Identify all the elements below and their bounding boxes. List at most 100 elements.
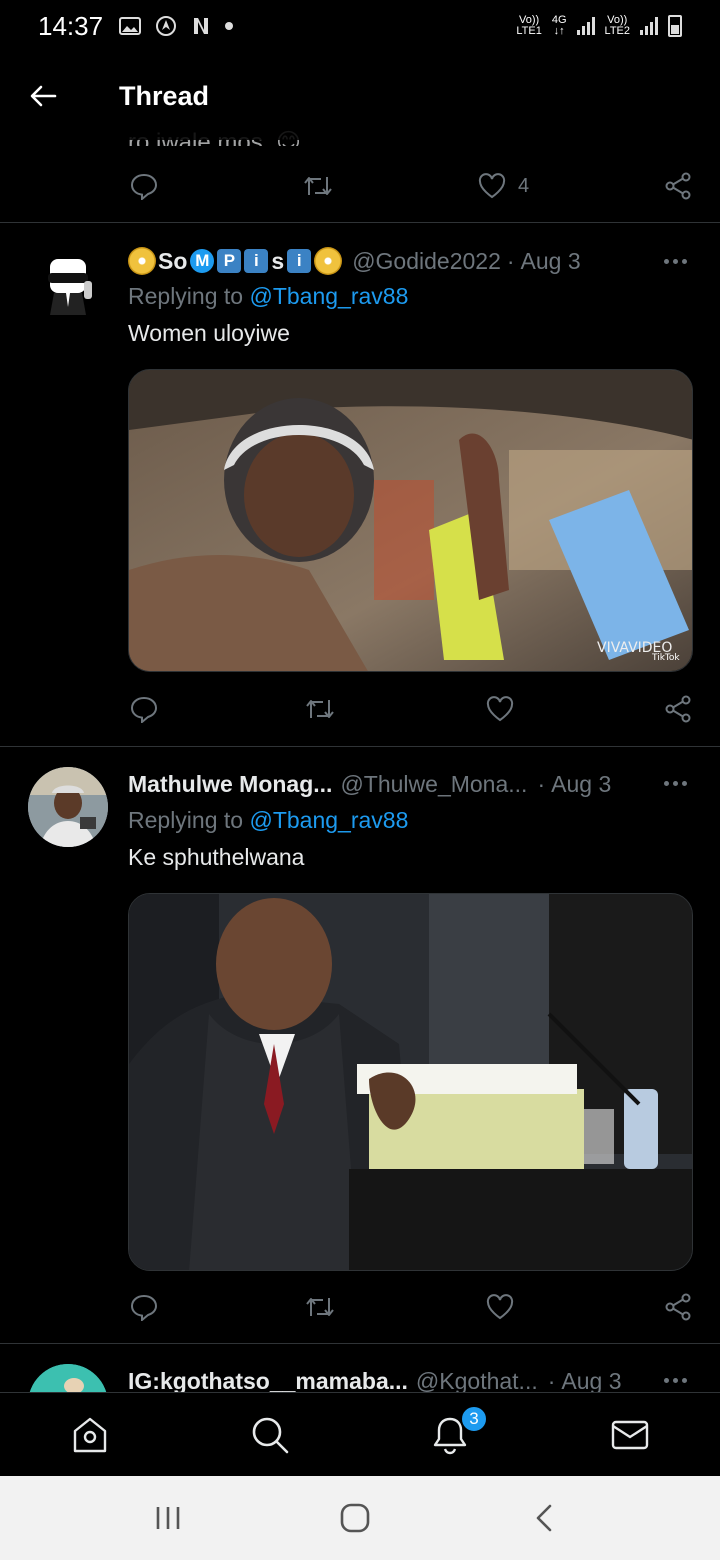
tweet-actions-previous: 4 xyxy=(128,166,698,206)
tab-messages[interactable] xyxy=(570,1393,690,1477)
tweet-actions xyxy=(0,689,691,729)
home-circle-icon xyxy=(340,1503,370,1533)
tab-search[interactable] xyxy=(210,1393,330,1477)
media-image xyxy=(129,894,692,1270)
tweet-date[interactable]: Aug 3 xyxy=(521,248,581,275)
gallery-icon xyxy=(119,17,142,35)
tweet-media[interactable]: VIVAVIDEO TikTok xyxy=(128,369,693,672)
mention-link[interactable]: @Tbang_rav88 xyxy=(249,807,408,833)
status-bar: 14:37 Vo)) LTE1 4G ↓↑ Vo)) LTE2 xyxy=(0,0,720,52)
share-button[interactable] xyxy=(664,689,692,729)
location-icon xyxy=(156,16,177,36)
avatar[interactable] xyxy=(28,1364,108,1392)
heart-icon xyxy=(486,696,514,722)
display-name[interactable]: IG:kgothatso__mamaba... xyxy=(128,1368,408,1392)
signal-bars-icon xyxy=(576,17,595,35)
tiktok-brand-text: TikTok xyxy=(651,653,680,663)
tweet-item[interactable]: So M P i s i @Godide2022 · Aug 3 Replyin… xyxy=(0,223,720,746)
dot-icon xyxy=(225,22,234,30)
sim1-indicator: Vo)) LTE1 xyxy=(516,15,541,37)
sim2-label: LTE2 xyxy=(604,25,630,37)
search-icon xyxy=(252,1417,289,1454)
like-count: 4 xyxy=(518,174,530,197)
separator: · xyxy=(537,771,546,797)
dvd-emoji-icon xyxy=(314,247,343,275)
media-image: VIVAVIDEO TikTok xyxy=(129,370,692,671)
retweet-button[interactable] xyxy=(302,166,334,206)
tab-notifications[interactable]: 3 xyxy=(390,1393,510,1477)
name-part: s xyxy=(271,247,285,274)
handle: @Thulwe_Mona... xyxy=(340,771,528,797)
retweet-icon xyxy=(306,700,334,718)
avatar-photo-icon xyxy=(28,767,108,847)
tweet-item[interactable]: Mathulwe Monag... @Thulwe_Mona... · Aug … xyxy=(0,747,720,1343)
separator: · xyxy=(547,1368,556,1392)
like-button[interactable] xyxy=(486,1287,514,1327)
handle: @Kgothat... xyxy=(415,1368,538,1392)
mention-link[interactable]: @Tbang_rav88 xyxy=(249,283,408,309)
retweet-button[interactable] xyxy=(304,689,336,729)
avatar[interactable] xyxy=(28,245,108,325)
name-part-circled: M xyxy=(190,249,215,273)
reply-icon xyxy=(130,1294,158,1321)
like-button[interactable] xyxy=(486,689,514,729)
reply-button[interactable] xyxy=(130,689,158,729)
display-name[interactable]: Mathulwe Monag... xyxy=(128,771,332,798)
home-icon xyxy=(73,1417,107,1453)
back-button[interactable] xyxy=(0,52,86,140)
back-nav-button[interactable] xyxy=(484,1476,604,1560)
tweet-media[interactable] xyxy=(128,893,693,1271)
thread-header: Thread xyxy=(0,52,720,140)
tweet-date[interactable]: Aug 3 xyxy=(551,771,611,798)
like-button[interactable]: 4 xyxy=(478,166,529,206)
retweet-button[interactable] xyxy=(304,1287,336,1327)
system-nav-bar xyxy=(0,1476,720,1560)
tab-home[interactable] xyxy=(30,1393,150,1477)
reply-button[interactable] xyxy=(130,1287,158,1327)
reply-icon xyxy=(130,696,158,723)
tweet-header: Mathulwe Monag... @Thulwe_Mona... · Aug … xyxy=(128,771,640,798)
netflix-icon xyxy=(194,18,209,34)
tweet-text: Women uloyiwe xyxy=(128,320,290,346)
reply-icon xyxy=(130,173,158,200)
heart-icon xyxy=(478,173,506,199)
home-button[interactable] xyxy=(295,1476,415,1560)
clock: 14:37 xyxy=(38,10,104,41)
replying-label: Replying to xyxy=(128,807,244,833)
bottom-tab-bar: 3 xyxy=(0,1392,720,1476)
tweet-actions xyxy=(0,1287,691,1327)
sim1-label: LTE1 xyxy=(516,25,542,37)
reply-button[interactable] xyxy=(130,166,158,206)
share-button[interactable] xyxy=(664,166,692,206)
display-name[interactable]: So M P i s i xyxy=(128,247,344,275)
back-arrow-icon xyxy=(30,85,57,107)
share-icon xyxy=(665,1293,691,1321)
recent-apps-button[interactable] xyxy=(108,1476,228,1560)
name-part: So xyxy=(158,247,188,274)
recent-apps-icon xyxy=(156,1507,180,1529)
replying-label: Replying to xyxy=(128,283,244,309)
messages-icon xyxy=(611,1420,649,1450)
name-part-boxed: i xyxy=(287,249,312,273)
data-arrows-icon: ↓↑ xyxy=(553,25,565,37)
avatar[interactable] xyxy=(28,767,108,847)
more-options-button[interactable] xyxy=(660,249,690,273)
tweet-date[interactable]: Aug 3 xyxy=(561,1368,621,1392)
sim2-indicator: Vo)) LTE2 xyxy=(605,15,630,37)
name-part-boxed: i xyxy=(244,249,269,273)
notification-badge: 3 xyxy=(460,1405,488,1433)
battery-icon xyxy=(668,15,682,37)
tweet-header: IG:kgothatso__mamaba... @Kgothat... · Au… xyxy=(128,1368,640,1392)
more-options-button[interactable] xyxy=(660,771,690,795)
share-button[interactable] xyxy=(664,1287,692,1327)
page-title: Thread xyxy=(119,80,210,111)
separator: · xyxy=(506,247,515,274)
signal-bars-2-icon xyxy=(640,17,658,35)
tweet-item[interactable]: IG:kgothatso__mamaba... @Kgothat... · Au… xyxy=(0,1344,720,1392)
avatar-photo-icon xyxy=(28,1364,108,1392)
heart-icon xyxy=(486,1294,514,1320)
network-type: 4G ↓↑ xyxy=(552,15,567,37)
replying-to: Replying to @Tbang_rav88 xyxy=(128,807,408,834)
more-options-button[interactable] xyxy=(660,1368,690,1392)
dvd-emoji-icon xyxy=(128,247,156,275)
